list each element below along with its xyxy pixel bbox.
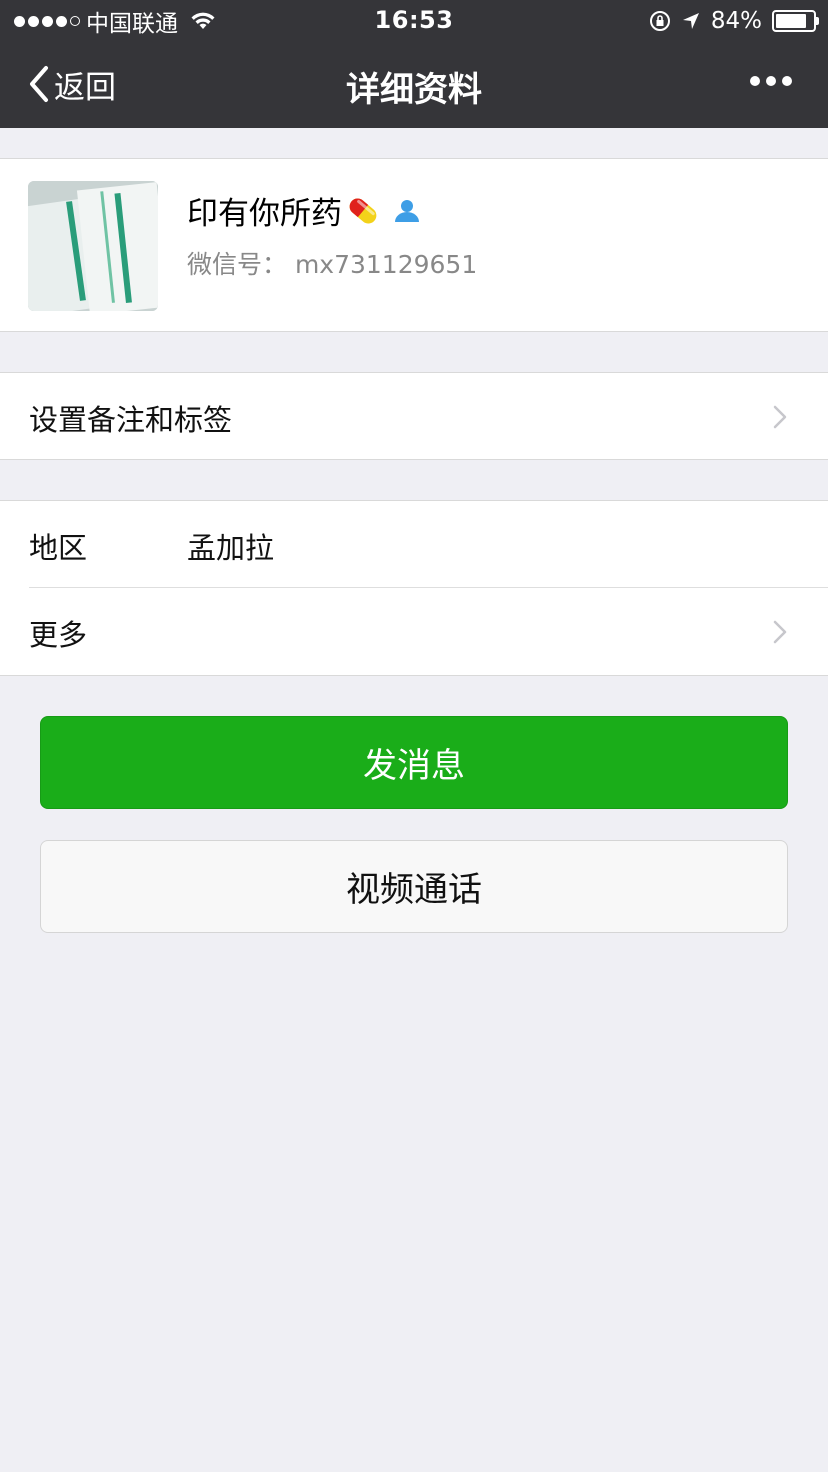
top-bar: 中国联通 16:53 84% 返回 详细资料 [0, 0, 828, 128]
info-section: 地区 孟加拉 更多 [0, 500, 828, 676]
set-remark-row[interactable]: 设置备注和标签 [0, 373, 828, 459]
send-message-button[interactable]: 发消息 [40, 716, 788, 809]
chevron-right-icon [773, 405, 787, 429]
nickname-row: 印有你所药 [187, 188, 422, 233]
location-arrow-icon [682, 13, 699, 29]
medicine-box-image [28, 181, 158, 311]
chevron-right-icon [773, 620, 787, 644]
avatar[interactable] [28, 181, 158, 311]
rotation-lock-icon [649, 11, 670, 31]
pill-emoji-icon [349, 198, 377, 223]
region-label: 地区 [29, 531, 88, 565]
more-dot-icon [750, 76, 760, 86]
set-remark-label: 设置备注和标签 [29, 403, 233, 437]
region-row: 地区 孟加拉 [0, 501, 828, 587]
more-dot-icon [766, 76, 776, 86]
status-bar: 中国联通 16:53 84% [0, 0, 828, 42]
battery-icon [772, 10, 819, 32]
remark-section: 设置备注和标签 [0, 372, 828, 460]
navigation-bar: 返回 详细资料 [0, 42, 828, 128]
video-call-button[interactable]: 视频通话 [40, 840, 788, 933]
battery-percent: 84% [710, 8, 762, 34]
more-row[interactable]: 更多 [0, 588, 828, 674]
status-right: 84% [649, 6, 819, 36]
region-value: 孟加拉 [187, 531, 275, 565]
page-title: 详细资料 [346, 70, 482, 110]
wechat-id: 微信号： mx731129651 [187, 250, 478, 279]
more-label: 更多 [29, 618, 88, 652]
more-options-button[interactable] [750, 76, 792, 86]
nickname: 印有你所药 [187, 196, 342, 232]
more-dot-icon [782, 76, 792, 86]
person-gender-icon [395, 199, 419, 222]
